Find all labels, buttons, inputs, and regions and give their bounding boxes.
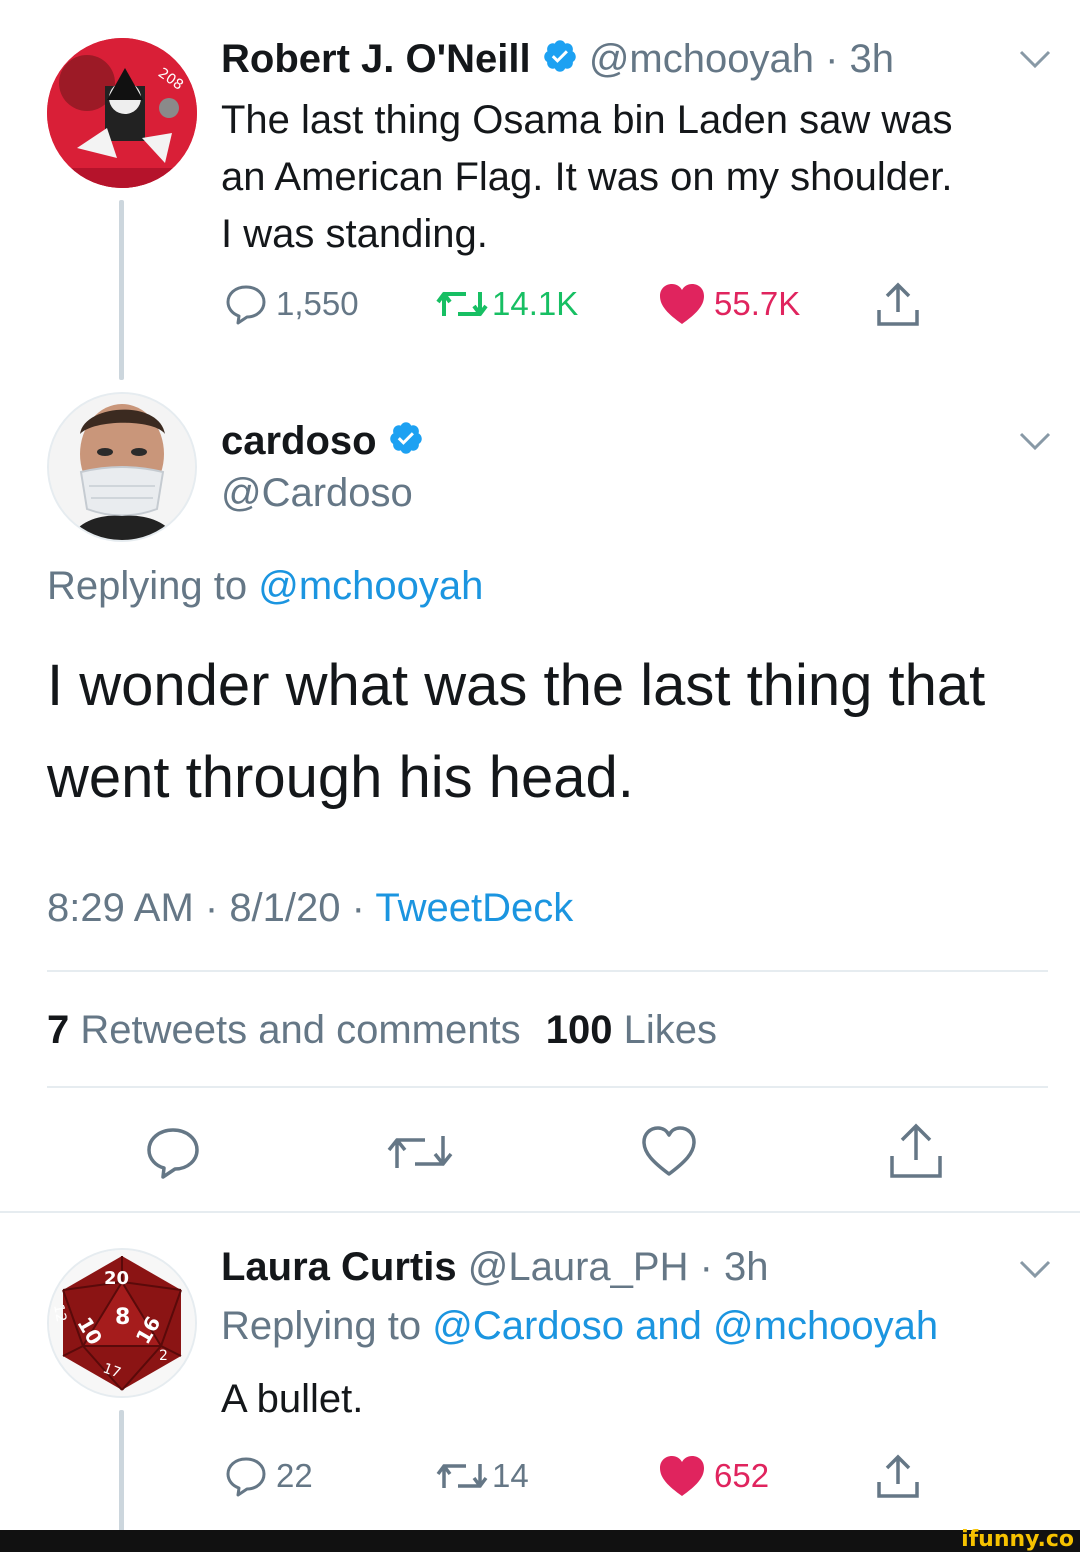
avatar-robert-oneill[interactable]: 208 (47, 38, 197, 188)
divider (47, 1086, 1048, 1088)
author-handle[interactable]: @Laura_PH (468, 1245, 689, 1289)
reply-icon (147, 1128, 199, 1179)
tweet-meta: 8:29 AM · 8/1/20 · TweetDeck (47, 885, 573, 931)
reply-count: 1,550 (276, 285, 359, 322)
author-handle[interactable]: @Cardoso (221, 470, 413, 516)
retweet-count: 14.1K (492, 285, 579, 322)
author-handle[interactable]: @mchooyah (589, 37, 814, 81)
tweet-time[interactable]: 3h (724, 1245, 769, 1289)
author-name[interactable]: cardoso (221, 419, 377, 463)
d20-dice-icon: 20 8 10 16 12 17 2 (49, 1250, 195, 1396)
likes-label: Likes (623, 1008, 717, 1052)
separator: · (813, 37, 850, 81)
separator: · (193, 886, 230, 930)
author-name[interactable]: Laura Curtis (221, 1245, 457, 1289)
avatar-laura-curtis[interactable]: 20 8 10 16 12 17 2 (47, 1248, 197, 1398)
thread-line (119, 1410, 124, 1532)
ifunny-watermark: ifunny.co (961, 1527, 1074, 1552)
like-count: 55.7K (714, 285, 801, 322)
reply-button[interactable]: 22 (224, 1454, 313, 1498)
divider (47, 970, 1048, 972)
replying-to-link[interactable]: @Cardoso and @mchooyah (432, 1304, 938, 1348)
chevron-down-icon[interactable] (1018, 430, 1052, 457)
section-divider (0, 1211, 1080, 1213)
like-count: 652 (714, 1457, 770, 1494)
chevron-down-icon[interactable] (1018, 48, 1052, 75)
like-button[interactable]: 652 (658, 1454, 769, 1498)
avatar-cardoso[interactable] (47, 392, 197, 542)
tweet-timestamp: 8:29 AM (47, 886, 194, 930)
share-icon (877, 1454, 919, 1498)
replying-label: Replying to (221, 1304, 422, 1348)
retweets-stat[interactable]: 7 Retweets and comments (47, 1008, 532, 1052)
tweet-text: The last thing Osama bin Laden saw was a… (221, 92, 953, 263)
dice-number: 8 (115, 1305, 130, 1330)
share-icon (890, 1123, 942, 1178)
like-button[interactable]: 55.7K (658, 282, 800, 326)
replying-to: Replying to @Cardoso and @mchooyah (221, 1303, 938, 1349)
tweet-time[interactable]: 3h (850, 37, 895, 81)
reply-icon (226, 285, 266, 325)
heart-icon (660, 1456, 704, 1496)
retweet-count: 14 (492, 1457, 529, 1494)
retweets-count: 7 (47, 1008, 70, 1052)
separator: · (340, 886, 376, 930)
tweet-text: A bullet. (221, 1377, 364, 1421)
replying-to: Replying to @mchooyah (47, 563, 483, 609)
main-tweet-header: cardoso (221, 418, 424, 466)
dice-number: 2 (159, 1348, 168, 1364)
tweet-header: Laura Curtis @Laura_PH · 3h (221, 1244, 769, 1290)
patch-avatar-image: 208 (47, 38, 197, 188)
tweet-text-line: went through his head. (47, 745, 634, 810)
watermark-bar (0, 1530, 1080, 1552)
tweet-source-link[interactable]: TweetDeck (375, 886, 573, 930)
reply-count: 22 (276, 1457, 313, 1494)
main-tweet-text: I wonder what was the last thing that we… (47, 640, 985, 824)
author-name[interactable]: Robert J. O'Neill (221, 37, 531, 81)
reply-icon (226, 1457, 266, 1497)
replying-label: Replying to (47, 564, 248, 608)
retweets-label: Retweets and comments (80, 1008, 521, 1052)
likes-count: 100 (545, 1008, 613, 1052)
share-button[interactable] (886, 1122, 946, 1180)
reply-button[interactable]: 1,550 (224, 282, 359, 326)
retweet-button[interactable] (385, 1124, 455, 1180)
verified-badge-icon (388, 420, 424, 466)
chevron-down-icon[interactable] (1018, 1258, 1052, 1285)
retweet-icon (387, 1136, 453, 1168)
like-button[interactable] (640, 1124, 698, 1180)
tweet-header: Robert J. O'Neill @mchooyah · 3h (221, 36, 894, 84)
retweet-icon (436, 1464, 488, 1488)
separator: · (688, 1245, 725, 1289)
share-button[interactable] (874, 282, 922, 328)
engagement-stats: 7 Retweets and comments 100 Likes (47, 1007, 717, 1053)
tweet-date: 8/1/20 (229, 886, 341, 930)
tweet-text-line: I was standing. (221, 212, 488, 256)
heart-icon (642, 1126, 696, 1176)
share-button[interactable] (874, 1454, 922, 1500)
verified-badge-icon (542, 38, 578, 84)
share-icon (877, 282, 919, 326)
tweet-text-line: I wonder what was the last thing that (47, 653, 986, 718)
dice-number: 20 (104, 1268, 129, 1289)
dice-number: 12 (50, 1303, 69, 1323)
portrait-avatar-image (49, 394, 195, 540)
heart-icon (660, 284, 704, 324)
replying-to-link[interactable]: @mchooyah (258, 564, 483, 608)
tweet-text-line: The last thing Osama bin Laden saw was (221, 98, 953, 142)
retweet-button[interactable]: 14.1K (436, 282, 578, 326)
retweet-button[interactable]: 14 (436, 1454, 529, 1498)
reply-button[interactable] (145, 1124, 201, 1180)
likes-stat[interactable]: 100 Likes (546, 1008, 717, 1052)
tweet-text-line: an American Flag. It was on my shoulder. (221, 155, 953, 199)
thread-line (119, 200, 124, 380)
retweet-icon (436, 292, 488, 316)
